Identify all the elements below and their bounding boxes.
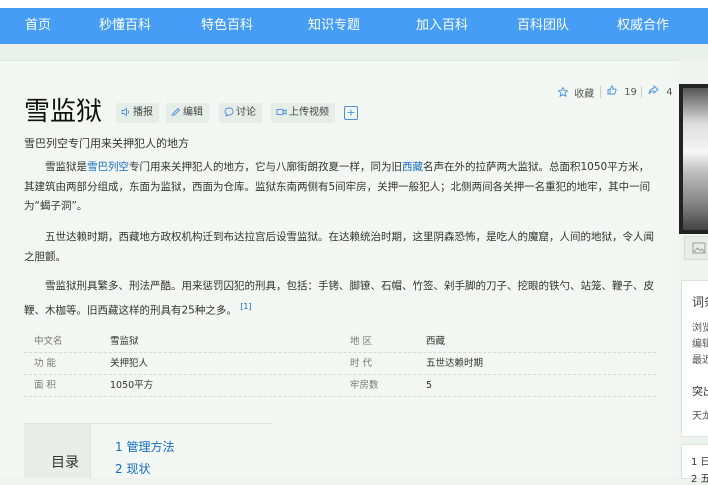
- info-row: 中文名 雪监狱 地 区 西藏: [24, 331, 656, 353]
- share-button[interactable]: 4: [648, 85, 673, 98]
- info-value: 雪监狱: [110, 336, 139, 347]
- summary-photo[interactable]: [679, 84, 708, 234]
- info-label: 时 代: [350, 358, 373, 369]
- link-xuebaliekong[interactable]: 雪巴列空: [87, 161, 129, 173]
- info-value: 1050平方: [110, 380, 154, 391]
- info-value: 西藏: [426, 336, 446, 347]
- nav-jiaru[interactable]: 加入百科: [416, 8, 468, 44]
- related-item-1[interactable]: 1 日: [691, 453, 708, 468]
- picture-icon: [692, 242, 706, 254]
- info-row: 功 能 关押犯人 时 代 五世达赖时期: [24, 353, 656, 375]
- stats-edits: 编辑: [692, 339, 708, 350]
- contributor-name[interactable]: 天龙: [692, 407, 708, 422]
- upload-label: 上传视频: [289, 107, 329, 118]
- divider: [641, 86, 642, 98]
- speaker-icon: [121, 107, 129, 117]
- chat-bubble-icon: [224, 107, 234, 117]
- toc-heading-box: 目录: [24, 424, 91, 478]
- pencil-icon: [171, 107, 181, 117]
- info-label: 功 能: [34, 358, 57, 369]
- star-icon: [557, 86, 569, 98]
- upload-video-button[interactable]: 上传视频: [271, 103, 335, 123]
- play-button[interactable]: 播报: [116, 103, 159, 123]
- share-icon: [648, 85, 659, 95]
- video-camera-icon: [276, 109, 287, 115]
- reference-link[interactable]: [1]: [240, 302, 251, 311]
- paragraph-3: 雪监狱刑具繁多、刑法严酷。用来惩罚囚犯的刑具，包括：手铐、脚镣、石帽、竹签、剁手…: [24, 277, 656, 321]
- stats-title: 词条: [692, 295, 708, 309]
- info-label: 牢房数: [350, 380, 379, 391]
- spacer: [0, 44, 708, 60]
- info-value: 5: [426, 380, 433, 391]
- info-row: 面 积 1050平方 牢房数 5: [24, 375, 656, 397]
- share-count: 4: [666, 87, 673, 98]
- edit-label: 编辑: [183, 107, 203, 118]
- info-value: 关押犯人: [110, 358, 149, 369]
- collect-button[interactable]: 收藏: [557, 85, 595, 100]
- basic-info-table: 中文名 雪监狱 地 区 西藏 功 能 关押犯人 时 代 五世达赖时期 面 积 1…: [24, 331, 656, 397]
- paragraph-3-text: 雪监狱刑具繁多、刑法严酷。用来惩罚囚犯的刑具，包括：手铐、脚镣、石帽、竹签、剁手…: [24, 280, 654, 316]
- stats-recent: 最近: [692, 355, 708, 366]
- toc-item-1[interactable]: 1 管理方法: [115, 438, 174, 455]
- info-label: 地 区: [350, 336, 373, 347]
- nav-tese[interactable]: 特色百科: [201, 8, 253, 44]
- top-strip: [0, 0, 708, 8]
- paragraph-1-text-b: 专门用来关押犯人的地方，它与八廓街朗孜夏一样，同为旧: [129, 161, 402, 173]
- related-item-2[interactable]: 2 五: [691, 470, 708, 485]
- like-button[interactable]: 19: [607, 85, 637, 98]
- paragraph-1: 雪监狱是雪巴列空专门用来关押犯人的地方，它与八廓街朗孜夏一样，同为旧西藏名声在外…: [24, 158, 656, 217]
- top-nav: 首页 秒懂百科 特色百科 知识专题 加入百科 百科团队 权威合作: [0, 8, 708, 44]
- discuss-label: 讨论: [236, 107, 256, 118]
- nav-tuandui[interactable]: 百科团队: [517, 8, 569, 44]
- nav-hezuo[interactable]: 权威合作: [617, 8, 669, 44]
- nav-miaodong[interactable]: 秒懂百科: [99, 8, 151, 44]
- toc-item-2[interactable]: 2 现状: [115, 460, 150, 477]
- collect-label: 收藏: [574, 89, 595, 100]
- album-button[interactable]: [684, 236, 708, 260]
- table-of-contents: 目录 1 管理方法 2 现状: [24, 423, 273, 478]
- play-label: 播报: [133, 107, 153, 118]
- info-label: 中文名: [34, 336, 63, 347]
- info-value: 五世达赖时期: [426, 358, 484, 369]
- paragraph-1-text-a: 雪监狱是: [45, 161, 87, 173]
- stats-views: 浏览: [692, 323, 708, 334]
- related-list-card: 1 日 2 五: [681, 444, 708, 485]
- nav-home[interactable]: 首页: [25, 8, 51, 44]
- photo-image: [683, 88, 708, 230]
- thumbs-up-icon: [607, 85, 617, 95]
- page-subtitle: 雪巴列空专门用来关押犯人的地方: [24, 137, 189, 150]
- edit-button[interactable]: 编辑: [166, 103, 209, 123]
- paragraph-2: 五世达赖时期，西藏地方政权机构迁到布达拉宫后设雪监狱。在达赖统治时期，这里阴森恐…: [24, 231, 654, 263]
- like-count: 19: [624, 87, 637, 98]
- nav-zhishi[interactable]: 知识专题: [308, 8, 360, 44]
- page-title: 雪监狱: [24, 97, 103, 127]
- contributor-title: 突出: [692, 385, 708, 398]
- toc-heading: 目录: [51, 455, 79, 471]
- entry-stats-card: 词条 浏览 编辑 最近 突出 天龙: [681, 280, 708, 437]
- add-button[interactable]: +: [344, 106, 358, 120]
- discuss-button[interactable]: 讨论: [219, 103, 262, 123]
- link-xizang[interactable]: 西藏: [402, 161, 423, 173]
- info-label: 面 积: [34, 380, 57, 391]
- divider: [600, 86, 601, 98]
